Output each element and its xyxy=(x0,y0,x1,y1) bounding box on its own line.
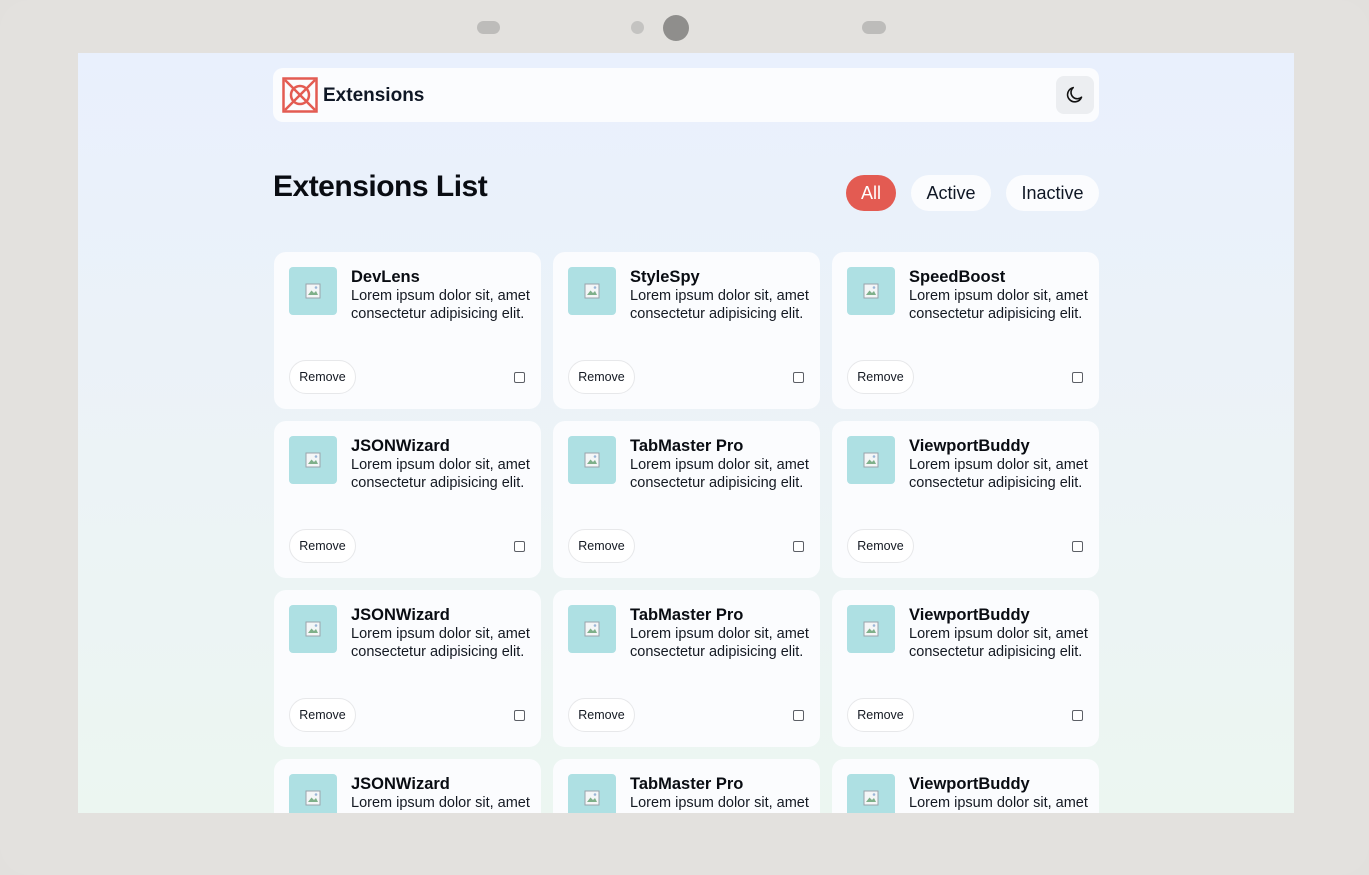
extension-logo-image xyxy=(289,774,337,813)
extension-card: DevLens Lorem ipsum dolor sit, amet conse… xyxy=(274,252,541,409)
filter-all-button[interactable]: All xyxy=(846,175,896,211)
extension-logo-image xyxy=(847,436,895,484)
active-checkbox[interactable] xyxy=(793,541,804,552)
remove-button[interactable]: Remove xyxy=(847,698,914,732)
extension-card: ViewportBuddy Lorem ipsum dolor sit, amet… xyxy=(832,590,1099,747)
remove-button[interactable]: Remove xyxy=(568,360,635,394)
extension-description: Lorem ipsum dolor sit, amet consectetur … xyxy=(909,288,1088,322)
active-checkbox[interactable] xyxy=(514,710,525,721)
active-checkbox[interactable] xyxy=(1072,372,1083,383)
extension-name: TabMaster Pro xyxy=(630,606,744,624)
remove-button[interactable]: Remove xyxy=(847,360,914,394)
broken-image-icon xyxy=(305,621,321,637)
broken-image-icon xyxy=(305,790,321,806)
extensions-logo-icon xyxy=(282,77,318,113)
broken-image-icon xyxy=(863,283,879,299)
extension-description: Lorem ipsum dolor sit, amet consectetur … xyxy=(909,795,1088,811)
extension-logo-image xyxy=(289,267,337,315)
extension-card: TabMaster Pro Lorem ipsum dolor sit, amet… xyxy=(553,759,820,813)
remove-button[interactable]: Remove xyxy=(847,529,914,563)
active-checkbox[interactable] xyxy=(514,372,525,383)
broken-image-icon xyxy=(305,452,321,468)
extension-name: JSONWizard xyxy=(351,606,450,624)
remove-button[interactable]: Remove xyxy=(289,529,356,563)
remove-button[interactable]: Remove xyxy=(289,360,356,394)
active-checkbox[interactable] xyxy=(793,710,804,721)
filter-inactive-button[interactable]: Inactive xyxy=(1006,175,1099,211)
extension-card: TabMaster Pro Lorem ipsum dolor sit, amet… xyxy=(553,590,820,747)
extension-name: StyleSpy xyxy=(630,268,700,286)
extension-description: Lorem ipsum dolor sit, amet consectetur … xyxy=(630,457,809,491)
remove-button[interactable]: Remove xyxy=(568,698,635,732)
camera-icon xyxy=(663,15,689,41)
light-sensor xyxy=(631,21,644,34)
extension-description: Lorem ipsum dolor sit, amet consectetur … xyxy=(351,795,530,811)
theme-toggle-button[interactable] xyxy=(1056,76,1094,114)
broken-image-icon xyxy=(863,790,879,806)
extension-card: JSONWizard Lorem ipsum dolor sit, amet co… xyxy=(274,421,541,578)
active-checkbox[interactable] xyxy=(793,372,804,383)
broken-image-icon xyxy=(584,452,600,468)
remove-button[interactable]: Remove xyxy=(568,529,635,563)
extension-name: TabMaster Pro xyxy=(630,775,744,793)
app-screen: Extensions Extensions List All Active In… xyxy=(78,53,1294,813)
remove-button[interactable]: Remove xyxy=(289,698,356,732)
broken-image-icon xyxy=(863,621,879,637)
broken-image-icon xyxy=(584,621,600,637)
tablet-frame: Extensions Extensions List All Active In… xyxy=(0,0,1369,875)
extension-card: JSONWizard Lorem ipsum dolor sit, amet co… xyxy=(274,759,541,813)
speaker-grille-left xyxy=(477,21,500,34)
extension-name: DevLens xyxy=(351,268,420,286)
active-checkbox[interactable] xyxy=(1072,710,1083,721)
active-checkbox[interactable] xyxy=(514,541,525,552)
extension-card: ViewportBuddy Lorem ipsum dolor sit, amet… xyxy=(832,421,1099,578)
extension-card: ViewportBuddy Lorem ipsum dolor sit, amet… xyxy=(832,759,1099,813)
extension-name: TabMaster Pro xyxy=(630,437,744,455)
extension-description: Lorem ipsum dolor sit, amet consectetur … xyxy=(630,626,809,660)
broken-image-icon xyxy=(584,283,600,299)
extension-logo-image xyxy=(847,774,895,813)
extension-logo-image xyxy=(289,436,337,484)
broken-image-icon xyxy=(584,790,600,806)
extension-description: Lorem ipsum dolor sit, amet consectetur … xyxy=(909,457,1088,491)
extension-card: StyleSpy Lorem ipsum dolor sit, amet cons… xyxy=(553,252,820,409)
extension-logo-image xyxy=(568,605,616,653)
extension-description: Lorem ipsum dolor sit, amet consectetur … xyxy=(351,457,530,491)
extension-description: Lorem ipsum dolor sit, amet consectetur … xyxy=(909,626,1088,660)
extension-description: Lorem ipsum dolor sit, amet consectetur … xyxy=(351,288,530,322)
extension-name: JSONWizard xyxy=(351,775,450,793)
extension-logo-image xyxy=(568,436,616,484)
moon-icon xyxy=(1066,86,1083,103)
extension-logo-image xyxy=(568,267,616,315)
extension-name: ViewportBuddy xyxy=(909,775,1030,793)
extension-name: ViewportBuddy xyxy=(909,437,1030,455)
active-checkbox[interactable] xyxy=(1072,541,1083,552)
brand-name: Extensions xyxy=(323,85,425,106)
extension-name: ViewportBuddy xyxy=(909,606,1030,624)
extension-logo-image xyxy=(289,605,337,653)
extension-logo-image xyxy=(847,267,895,315)
extension-description: Lorem ipsum dolor sit, amet consectetur … xyxy=(351,626,530,660)
speaker-grille-right xyxy=(862,21,886,34)
extension-card: TabMaster Pro Lorem ipsum dolor sit, amet… xyxy=(553,421,820,578)
extension-card: SpeedBoost Lorem ipsum dolor sit, amet co… xyxy=(832,252,1099,409)
extension-name: JSONWizard xyxy=(351,437,450,455)
extension-logo-image xyxy=(568,774,616,813)
extension-name: SpeedBoost xyxy=(909,268,1006,286)
extension-description: Lorem ipsum dolor sit, amet consectetur … xyxy=(630,288,809,322)
broken-image-icon xyxy=(305,283,321,299)
page-title: Extensions List xyxy=(273,170,488,203)
filter-active-button[interactable]: Active xyxy=(911,175,991,211)
extension-logo-image xyxy=(847,605,895,653)
top-bar: Extensions xyxy=(273,68,1099,122)
extension-card: JSONWizard Lorem ipsum dolor sit, amet co… xyxy=(274,590,541,747)
extension-description: Lorem ipsum dolor sit, amet consectetur … xyxy=(630,795,809,811)
broken-image-icon xyxy=(863,452,879,468)
